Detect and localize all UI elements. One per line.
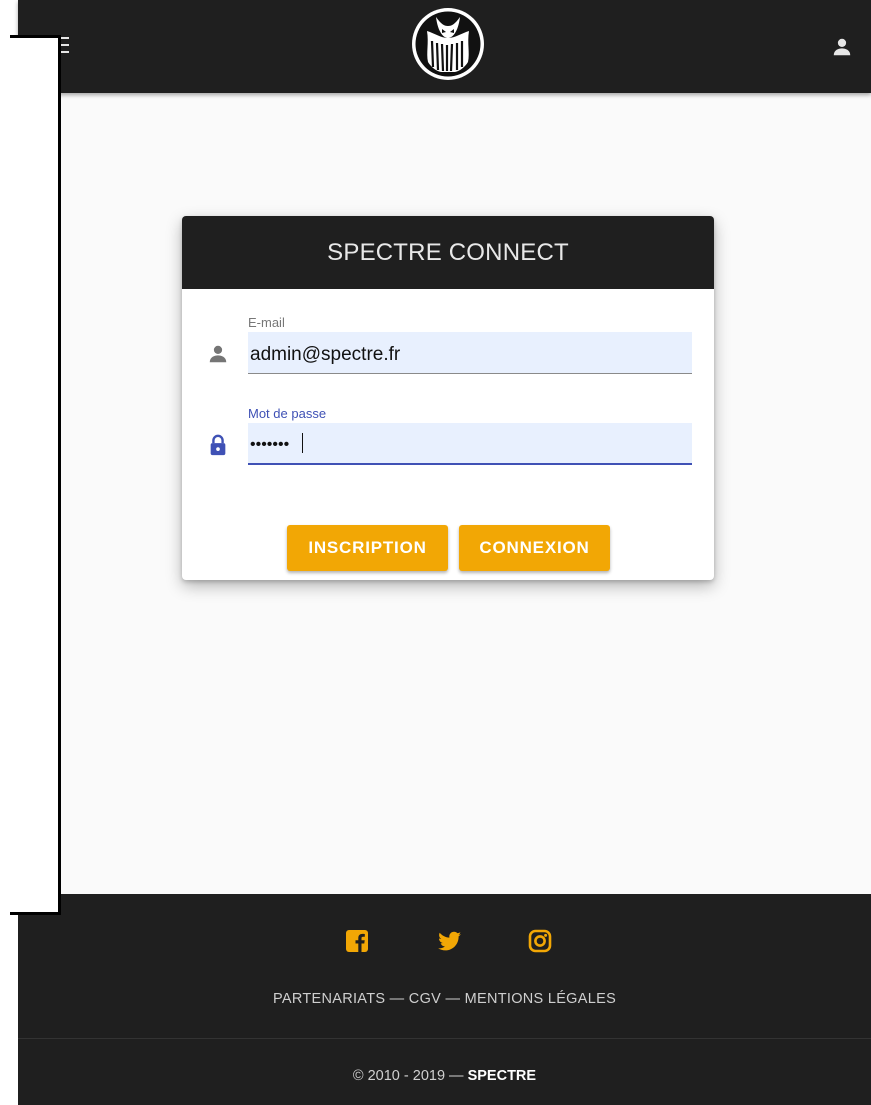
copyright: © 2010 - 2019 — SPECTRE (18, 1068, 871, 1084)
copyright-brand: SPECTRE (467, 1068, 537, 1084)
person-icon (209, 345, 227, 363)
account-icon[interactable] (831, 36, 853, 58)
facebook-icon[interactable] (345, 929, 369, 953)
password-input[interactable] (248, 423, 692, 465)
signup-button[interactable]: INSCRIPTION (287, 525, 448, 571)
footer-divider (18, 1038, 871, 1039)
side-drawer-panel[interactable] (10, 35, 61, 915)
footer-link-separator: — (385, 991, 409, 1007)
login-button[interactable]: CONNEXION (459, 525, 610, 571)
lock-icon (210, 434, 226, 456)
main-content: SPECTRE CONNECT E-mail Mot de passe (18, 93, 871, 894)
twitter-icon[interactable] (438, 929, 462, 953)
footer-link-cgv[interactable]: CGV (409, 991, 441, 1007)
login-card: SPECTRE CONNECT E-mail Mot de passe (182, 216, 714, 580)
login-actions: INSCRIPTION CONNEXION (182, 525, 714, 571)
password-field-group: Mot de passe (182, 406, 714, 476)
email-label: E-mail (248, 315, 285, 330)
login-card-title: SPECTRE CONNECT (182, 216, 714, 289)
footer-link-partnerships[interactable]: PARTENARIATS (273, 991, 385, 1007)
footer-link-legal-notice[interactable]: MENTIONS LÉGALES (465, 991, 616, 1007)
password-label: Mot de passe (248, 406, 327, 421)
spectre-octopus-logo[interactable] (411, 5, 485, 83)
page-footer: PARTENARIATS — CGV — MENTIONS LÉGALES © … (18, 894, 871, 1105)
copyright-text: © 2010 - 2019 — (352, 1068, 468, 1084)
footer-links: PARTENARIATS — CGV — MENTIONS LÉGALES (18, 991, 871, 1007)
app-root: SPECTRE CONNECT E-mail Mot de passe (10, 0, 871, 1105)
instagram-icon[interactable] (528, 929, 552, 953)
email-field-group: E-mail (182, 315, 714, 385)
footer-link-separator: — (441, 991, 465, 1007)
text-caret (302, 433, 303, 453)
top-app-bar (18, 0, 871, 93)
email-input[interactable] (248, 332, 692, 374)
